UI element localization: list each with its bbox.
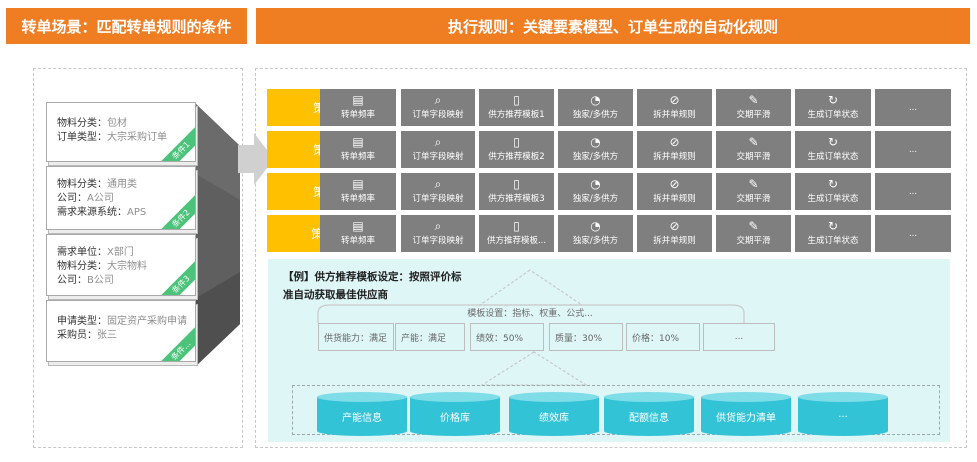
database-label: 配额信息 bbox=[629, 413, 669, 424]
database-label: 绩效库 bbox=[539, 413, 569, 424]
database-label: 供货能力清单 bbox=[716, 413, 776, 424]
database-label: 产能信息 bbox=[342, 413, 382, 424]
database-label: 价格库 bbox=[440, 413, 470, 424]
database-cylinders bbox=[317, 392, 888, 436]
database-label: ... bbox=[838, 409, 848, 420]
